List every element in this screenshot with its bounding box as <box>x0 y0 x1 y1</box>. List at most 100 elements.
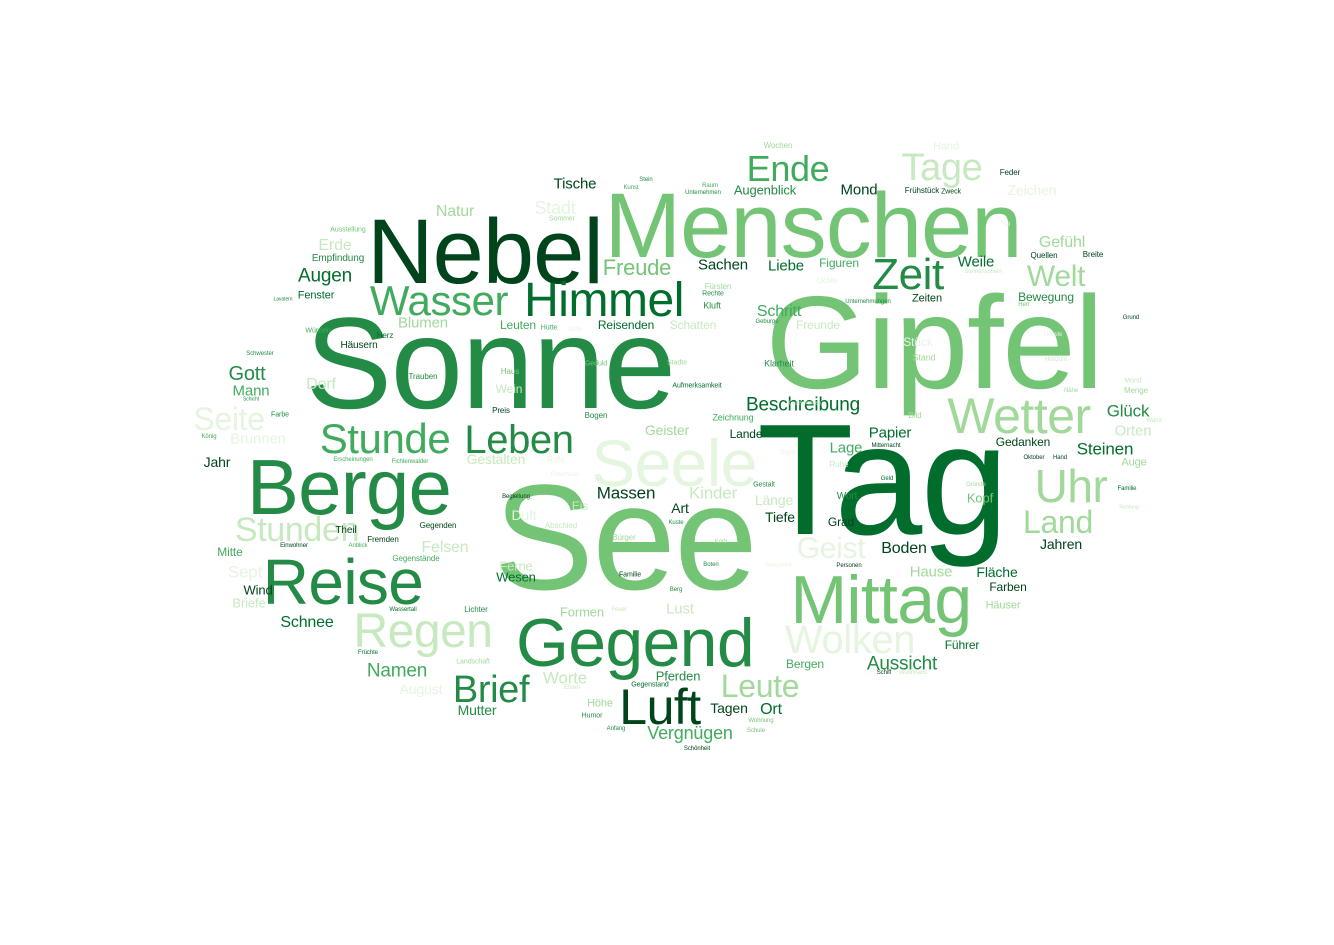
word: Vergnügen <box>647 723 733 743</box>
word: Gegend <box>516 605 755 681</box>
word: Horizont <box>1045 357 1067 363</box>
word: Höhe <box>587 697 613 710</box>
word: Wochen <box>763 141 793 150</box>
word: Sonnenschein <box>964 269 1002 275</box>
word: Anblick <box>348 543 368 549</box>
word: Geister <box>644 422 690 438</box>
word: Schule <box>747 728 765 734</box>
word-cloud: See Tag Sonne Gipfel Nebel Menschen Berg… <box>0 0 1334 945</box>
word: Land <box>1023 504 1093 540</box>
word: Schwester <box>246 351 274 357</box>
word: Boden <box>881 540 927 557</box>
word: Bürger <box>612 533 636 542</box>
word: Geld <box>880 476 894 482</box>
word: Familie <box>1117 486 1137 492</box>
word: Berg <box>669 587 683 593</box>
word: Geist <box>796 532 866 565</box>
word: Schnee <box>280 614 334 631</box>
word: Weile <box>957 253 995 271</box>
word: Begleitung <box>502 494 530 500</box>
word: Gründe <box>966 482 986 488</box>
word: Wand <box>1146 418 1162 424</box>
word: Klarheit <box>764 358 794 369</box>
word: August <box>399 681 443 697</box>
word: Jahren <box>1040 536 1082 552</box>
word: Dorf <box>306 376 336 393</box>
word: Länge <box>754 492 794 508</box>
word: Unternehmungen <box>845 299 891 305</box>
word: Farben <box>989 580 1027 594</box>
word: Ort <box>760 701 782 718</box>
word: Kinder <box>688 483 738 503</box>
word: Häuser <box>985 599 1021 612</box>
word: Hand <box>933 140 959 153</box>
word: Fenster <box>297 289 335 302</box>
word: Würzeln <box>305 327 331 335</box>
word: Sommer <box>548 215 576 223</box>
word: Wein <box>495 382 523 396</box>
word: Gefühl <box>1038 234 1086 251</box>
word: Gott <box>228 363 266 385</box>
word: Duft <box>511 507 537 523</box>
word: Abschied <box>544 521 578 530</box>
word: Freude <box>602 255 672 280</box>
word: Freunde <box>796 318 840 332</box>
word: Tiefe <box>765 509 795 525</box>
word: Landschaft <box>456 658 490 666</box>
word: Herr <box>1018 302 1030 308</box>
word: Tisch <box>778 449 796 457</box>
word: Kuste <box>668 520 684 526</box>
word: Tagen <box>710 700 748 716</box>
word: Wetter <box>947 388 1091 444</box>
word: Humor <box>581 712 603 720</box>
word: Ausstellung <box>330 226 366 234</box>
word: Eis <box>571 499 589 513</box>
word: Richtung <box>1119 504 1139 511</box>
word: Empfindung <box>311 253 365 264</box>
word: Lage <box>829 439 863 457</box>
word: Zeichen <box>1007 182 1057 198</box>
word: Kopf <box>966 490 994 506</box>
word: Stand <box>912 352 936 363</box>
word: Ferne <box>499 558 533 574</box>
word: Stadt <box>534 198 576 218</box>
word: Welt <box>1026 260 1086 293</box>
word: Einwohner <box>280 543 308 549</box>
word: Hütte <box>540 324 558 332</box>
word: Briefe <box>232 595 266 611</box>
word: Gelegenheit <box>764 562 792 569</box>
word: Art <box>671 500 689 516</box>
word: Gestalten <box>466 451 526 467</box>
word: Sohn <box>568 327 582 333</box>
word: Nähe <box>1063 388 1079 394</box>
word: Schiff <box>876 670 892 676</box>
word: Papier <box>868 424 912 442</box>
word: Leuten <box>500 318 536 332</box>
word: Namen <box>366 660 428 682</box>
word: Feder <box>999 168 1021 177</box>
word: Tische <box>553 175 597 193</box>
word: Führer <box>944 638 980 652</box>
word: Schritt <box>756 303 802 320</box>
word: Hause <box>909 563 953 581</box>
word: Mond <box>1124 377 1142 385</box>
word: Quellen <box>1030 251 1058 260</box>
word: Bild <box>908 411 922 420</box>
word: Raum <box>702 183 718 189</box>
word: Uhr <box>1034 460 1108 512</box>
word: Stück <box>903 335 933 349</box>
word: Lande <box>729 427 763 441</box>
word: Gestalt <box>753 481 775 489</box>
word: Ruhe <box>829 460 849 469</box>
word: Fremden <box>367 535 399 544</box>
word: König <box>201 434 217 440</box>
word: Mitte <box>217 545 243 559</box>
word: Gegenden <box>419 521 457 530</box>
word: Feuer <box>611 607 627 613</box>
word: Entschluss <box>550 472 580 478</box>
word: Rolle <box>547 455 565 464</box>
word: Sept <box>227 562 263 582</box>
word: Blumen <box>398 314 448 332</box>
word: Stadte <box>667 359 687 367</box>
word: Anfang <box>606 726 626 732</box>
